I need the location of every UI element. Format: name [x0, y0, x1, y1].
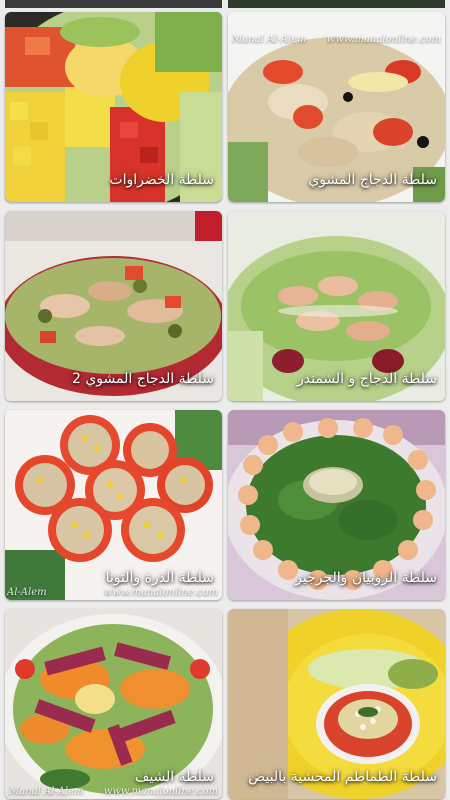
recipe-title: سلطة الخضراوات	[109, 172, 214, 188]
recipe-card-shrimp-arugula-salad[interactable]: سلطة الروبيان والجرجير	[228, 410, 445, 600]
recipe-title: سلطة الشيف	[134, 769, 214, 785]
photo-watermark: Manal Al-Alem	[9, 786, 84, 797]
photo-watermark: Al-Alem	[7, 587, 47, 598]
previous-card-edge	[228, 0, 445, 8]
recipe-grid: سلطة الخضراوات Manal Al-Alem www.manalon…	[0, 0, 450, 800]
recipe-card-vegetable-salad[interactable]: سلطة الخضراوات	[5, 12, 222, 202]
photo-watermark: Manal Al-Alem	[232, 34, 307, 45]
recipe-card-chicken-beet-salad[interactable]: سلطة الدجاج و الشمندر	[228, 211, 445, 401]
photo-watermark-url: www.manalonline.com	[103, 786, 218, 797]
recipe-card-grilled-chicken-salad[interactable]: Manal Al-Alem www.manalonline.com سلطة ا…	[228, 12, 445, 202]
recipe-card-corn-tuna-salad[interactable]: Al-Alem www.manalonline.com سلطة الذرة و…	[5, 410, 222, 600]
recipe-title: سلطة الذرة والتونا	[105, 570, 214, 586]
recipe-title: سلطة الدجاج و الشمندر	[297, 371, 437, 387]
recipe-title: سلطة الدجاج المشوي	[308, 172, 437, 188]
recipe-card-egg-stuffed-tomatoes[interactable]: سلطة الطماطم المحشية بالبيض	[228, 609, 445, 799]
recipe-card-grilled-chicken-salad-2[interactable]: سلطة الدجاج المشوي 2	[5, 211, 222, 401]
recipe-card-chef-salad[interactable]: Manal Al-Alem www.manalonline.com سلطة ا…	[5, 609, 222, 799]
photo-watermark-url: www.manalonline.com	[326, 34, 441, 45]
previous-card-edge	[5, 0, 222, 8]
photo-watermark-url: www.manalonline.com	[103, 587, 218, 598]
recipe-title: سلطة الدجاج المشوي 2	[71, 371, 214, 387]
recipe-title: سلطة الطماطم المحشية بالبيض	[248, 769, 437, 785]
recipe-title: سلطة الروبيان والجرجير	[295, 570, 437, 586]
